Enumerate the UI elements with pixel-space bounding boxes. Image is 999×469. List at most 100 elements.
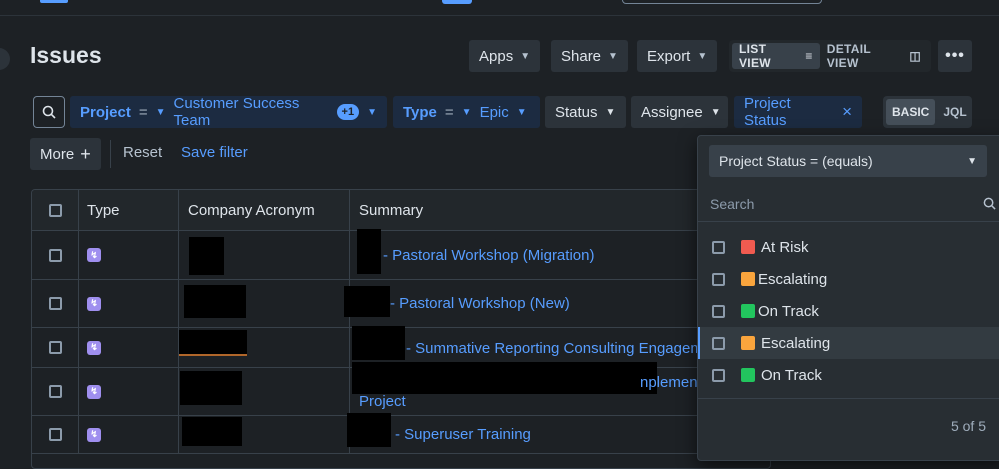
app-logo[interactable] [40,0,68,3]
apps-label: Apps [479,47,514,65]
row-checkbox[interactable] [48,385,62,398]
assignee-filter-label: Assignee [641,103,703,121]
jql-mode-button[interactable]: JQL [937,99,972,125]
option-checkbox[interactable] [712,240,725,254]
redacted-block [179,330,247,356]
type-filter[interactable]: Type = ▼ Epic ▼ [393,96,540,128]
table-row[interactable]: ↯ - Pastoral Workshop (New) [32,280,770,328]
export-button[interactable]: Export ▼ [637,40,718,72]
type-filter-value: Epic [479,103,509,121]
global-search-input[interactable] [622,0,822,4]
redacted-block [352,326,405,360]
project-status-dropdown: Project Status = (equals) ▼ Search At Ri… [697,135,999,461]
row-checkbox[interactable] [48,297,62,310]
status-option-at-risk[interactable]: At Risk [698,231,999,263]
project-status-filter-label: Project Status [744,95,791,129]
create-button[interactable] [442,0,472,4]
project-filter[interactable]: Project = ▼ Customer Success Team +1 ▼ [70,95,387,129]
epic-lightning-icon: ↯ [87,248,101,262]
plus-icon: + [80,143,91,164]
option-count: 5 of 5 [950,418,986,434]
divider [698,398,999,399]
reset-button[interactable]: Reset [123,144,162,161]
save-filter-link[interactable]: Save filter [181,144,248,161]
option-checkbox[interactable] [712,336,725,350]
redacted-block [189,237,224,275]
project-filter-operator[interactable]: = [139,104,148,121]
table-row[interactable]: ↯ - Superuser Training [32,413,770,454]
project-status-filter[interactable]: Project Status × [734,95,862,129]
status-color-swatch [741,272,755,286]
assignee-filter[interactable]: Assignee ▼ [631,96,728,128]
chevron-down-icon: ▼ [608,50,618,62]
issue-summary-link[interactable]: nplemen [640,374,698,391]
redacted-block [352,362,657,394]
redacted-block [357,229,381,274]
epic-lightning-icon: ↯ [87,340,101,355]
epic-lightning-icon: ↯ [87,296,101,311]
project-filter-label: Project [80,103,131,121]
more-filters-button[interactable]: More + [30,138,101,170]
operator-select[interactable]: Project Status = (equals) ▼ [709,145,987,177]
status-option-escalating[interactable]: Escalating [698,327,999,359]
sidebar-collapse-handle[interactable] [0,48,10,70]
chevron-down-icon: ▼ [605,106,616,118]
search-icon [983,197,996,210]
top-navigation [0,0,999,16]
detail-view-label: DETAIL VIEW [826,42,871,70]
status-option-on-track[interactable]: On Track [698,359,999,391]
list-view-label: LIST VIEW [739,42,771,70]
more-actions-button[interactable]: ••• [938,40,972,72]
search-icon [42,105,56,119]
chevron-down-icon: ▼ [461,106,472,118]
option-checkbox[interactable] [712,304,725,318]
option-label: Escalating [761,334,831,352]
column-header-type[interactable]: Type [79,190,179,230]
status-option-on-track[interactable]: On Track [698,295,999,327]
table-row[interactable]: ↯ - Pastoral Workshop (Migration) [32,229,770,280]
type-filter-operator[interactable]: = [445,104,454,121]
status-option-escalating[interactable]: Escalating [698,263,999,295]
row-checkbox[interactable] [48,248,62,262]
status-filter[interactable]: Status ▼ [545,96,626,128]
option-checkbox[interactable] [712,272,725,286]
close-icon[interactable]: × [842,102,852,122]
issue-summary-link[interactable]: - Pastoral Workshop (New) [390,295,570,312]
chevron-down-icon: ▼ [967,155,977,167]
select-all-cell [32,190,79,230]
project-filter-value: Customer Success Team [173,95,300,129]
dropdown-search-input[interactable]: Search [698,186,999,222]
chevron-down-icon: ▼ [520,50,531,62]
issue-summary-link[interactable]: - Superuser Training [395,426,531,443]
status-color-swatch [741,240,755,254]
chevron-down-icon: ▼ [697,50,708,62]
issue-summary-link[interactable]: - Summative Reporting Consulting Engagem… [406,340,724,357]
apps-button[interactable]: Apps ▼ [469,40,541,72]
option-label: Escalating [758,270,828,288]
chevron-down-icon: ▼ [367,106,377,118]
list-icon: ≡ [805,49,813,63]
list-view-button[interactable]: LIST VIEW ≡ [732,42,820,70]
select-all-checkbox[interactable] [48,203,62,217]
share-button[interactable]: Share ▼ [551,40,628,72]
chevron-down-icon: ▼ [710,106,721,118]
redacted-block [184,285,246,318]
table-row[interactable]: ↯ nplemen Project [32,362,770,416]
detail-panel-icon: ◫ [909,49,921,63]
share-label: Share [561,47,602,65]
filter-search-button[interactable] [33,96,65,128]
issue-summary-link-line2[interactable]: Project [359,393,406,410]
status-filter-label: Status [555,103,598,121]
view-toggle: LIST VIEW ≡ DETAIL VIEW ◫ [729,40,931,72]
project-count-badge: +1 [336,104,360,120]
redacted-block [344,286,390,317]
option-label: At Risk [761,238,809,256]
basic-mode-button[interactable]: BASIC [886,99,936,125]
issue-summary-link[interactable]: - Pastoral Workshop (Migration) [383,247,594,264]
column-header-company-acronym[interactable]: Company Acronym [179,190,350,230]
detail-view-button[interactable]: DETAIL VIEW ◫ [820,42,928,70]
status-color-swatch [741,304,755,318]
row-checkbox[interactable] [48,428,62,441]
row-checkbox[interactable] [48,341,62,354]
option-checkbox[interactable] [712,368,725,382]
